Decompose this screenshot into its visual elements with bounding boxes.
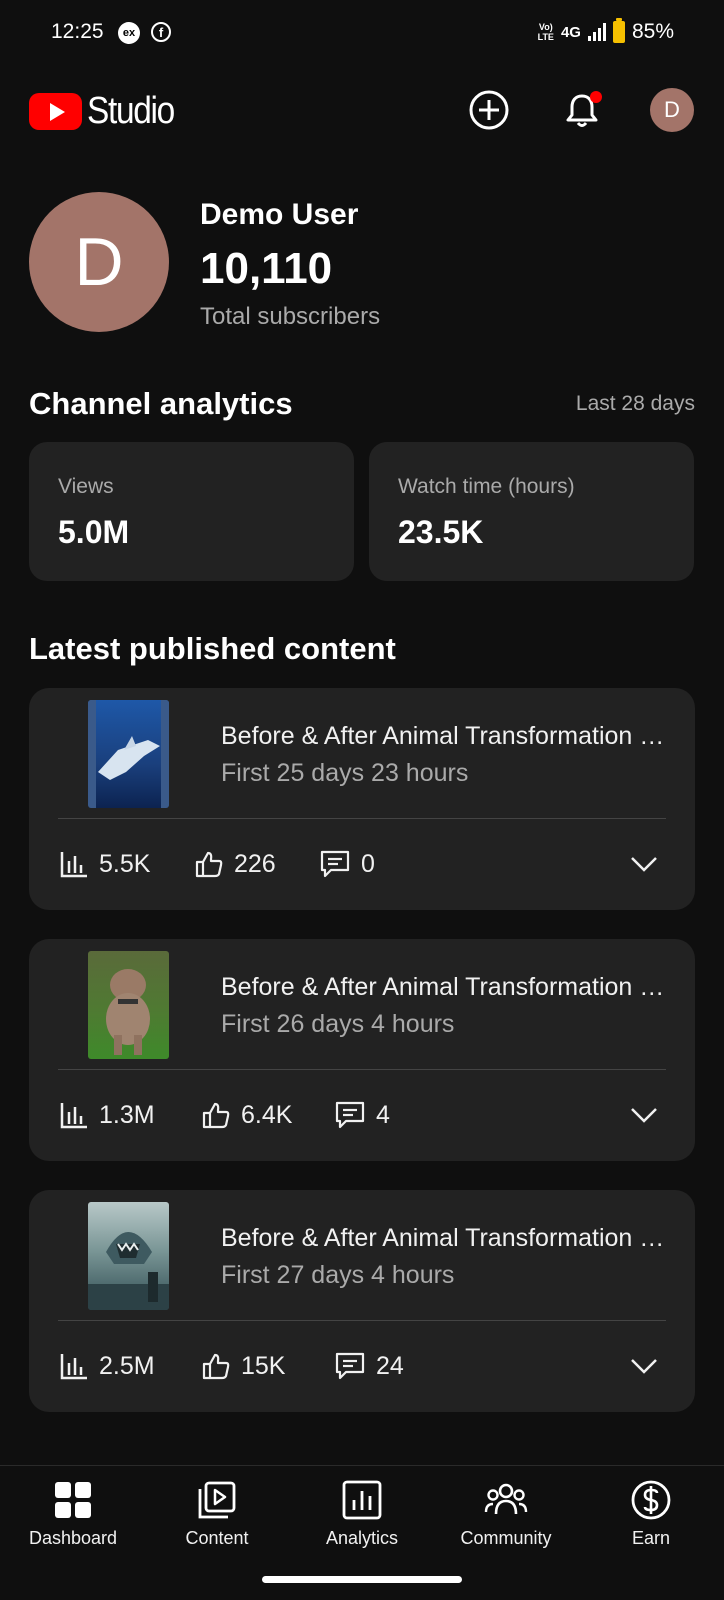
battery-icon [612,18,625,43]
content-card[interactable]: Before & After Animal Transformation Vid… [29,688,695,910]
channel-name: Demo User [200,198,359,231]
bell-icon [566,91,602,127]
bar-chart-icon [60,1354,87,1380]
studio-logo: Studio [29,90,186,133]
likes-value: 6.4K [241,1100,293,1129]
nav-label: Dashboard [28,1528,118,1548]
nav-earn[interactable]: Earn [581,1478,721,1549]
battery-percent: 85% [631,20,674,43]
bar-chart-icon [60,1103,87,1129]
video-title: Before & After Animal Transformation Vid… [221,722,669,750]
subscriber-count: 10,110 [200,244,333,293]
views-value: 1.3M [99,1100,155,1129]
status-time: 12:25 [51,20,104,43]
views-metric: 2.5M [59,1348,155,1384]
content-card[interactable]: Before & After Animal Transformation Vid… [29,939,695,1161]
shark-thumbnail-icon [88,700,169,808]
views-value: 5.5K [99,849,151,878]
video-title: Before & After Animal Transformation Vid… [221,973,669,1001]
analytics-icon [342,1480,382,1520]
dog-thumbnail-icon [106,969,150,1055]
chevron-down-icon[interactable] [628,1099,660,1131]
earn-icon [631,1480,671,1520]
comment-icon [335,1352,365,1380]
nav-dashboard[interactable]: Dashboard [3,1478,143,1549]
comments-metric: 0 [319,846,375,882]
comments-metric: 24 [334,1348,404,1384]
video-title: Before & After Animal Transformation Vid… [221,1224,669,1252]
video-age: First 26 days 4 hours [221,1010,455,1038]
views-metric: 5.5K [59,846,150,882]
chevron-down-icon[interactable] [628,1350,660,1382]
likes-metric: 6.4K [201,1097,292,1133]
nav-label: Earn [631,1528,671,1548]
content-card[interactable]: Before & After Animal Transformation Vid… [29,1190,695,1412]
comments-value: 24 [376,1351,404,1380]
analytics-period: Last 28 days [575,392,695,415]
comments-value: 0 [361,849,375,878]
account-avatar[interactable]: D [650,88,694,132]
youtube-play-icon [29,93,82,130]
likes-metric: 226 [194,846,276,882]
notifications-button[interactable] [558,86,606,134]
video-thumbnail[interactable] [88,951,169,1059]
stat-label: Views [58,475,114,498]
stat-value: 5.0M [58,514,130,550]
dashboard-icon [55,1482,91,1518]
logo-text: Studio [87,90,175,132]
comment-icon [335,1101,365,1129]
video-age: First 25 days 23 hours [221,759,469,787]
views-metric: 1.3M [59,1097,155,1133]
shark-boat-thumbnail-icon [88,1232,169,1310]
volte-icon: Vo) LTE [537,22,554,42]
bar-chart-icon [60,852,87,878]
nav-content[interactable]: Content [147,1478,287,1549]
thumbs-up-icon [202,1102,230,1129]
channel-avatar: D [29,192,169,332]
community-icon [484,1483,528,1515]
home-indicator[interactable] [262,1576,462,1583]
facebook-icon: f [151,22,171,42]
create-button[interactable] [465,86,513,134]
nav-community[interactable]: Community [436,1478,576,1549]
watch-time-card[interactable]: Watch time (hours) 23.5K [369,442,694,581]
app-header: Studio D [0,80,724,140]
video-thumbnail[interactable] [88,700,169,808]
nav-analytics[interactable]: Analytics [292,1478,432,1549]
signal-icon [587,23,606,41]
thumbs-up-icon [195,851,223,878]
comments-value: 4 [376,1100,390,1129]
ex-app-icon: ex [118,22,140,44]
comment-icon [320,850,350,878]
content-icon [198,1481,236,1519]
latest-content-title: Latest published content [29,631,396,666]
nav-label: Community [460,1528,552,1548]
comments-metric: 4 [334,1097,390,1133]
analytics-title: Channel analytics [29,386,293,421]
likes-metric: 15K [201,1348,285,1384]
video-thumbnail[interactable] [88,1202,169,1310]
chevron-down-icon[interactable] [628,848,660,880]
video-age: First 27 days 4 hours [221,1261,455,1289]
divider [58,1069,666,1070]
status-bar: 12:25 ex f Vo) LTE 4G 85% [0,0,724,68]
views-value: 2.5M [99,1351,155,1380]
likes-value: 226 [234,849,276,878]
status-indicators: Vo) LTE 4G 85% [537,18,674,44]
thumbs-up-icon [202,1353,230,1380]
stat-value: 23.5K [398,514,484,550]
views-card[interactable]: Views 5.0M [29,442,354,581]
likes-value: 15K [241,1351,286,1380]
subscriber-label: Total subscribers [200,303,381,330]
add-circle-icon [469,90,509,130]
divider [58,818,666,819]
nav-label: Content [185,1528,249,1548]
stat-label: Watch time (hours) [398,475,575,498]
nav-label: Analytics [325,1528,399,1548]
network-type: 4G [560,23,581,41]
divider [58,1320,666,1321]
